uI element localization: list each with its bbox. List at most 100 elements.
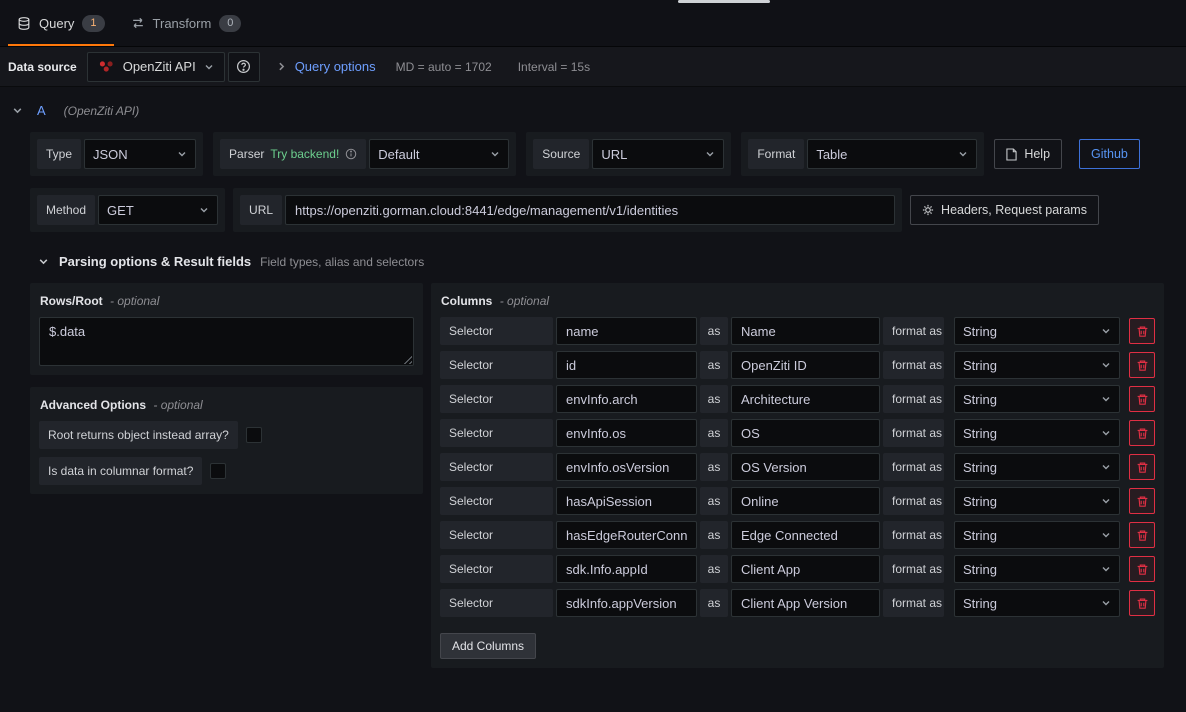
trash-icon xyxy=(1136,529,1149,542)
url-input[interactable] xyxy=(285,195,895,225)
column-row: Selector as format as String xyxy=(440,589,1155,617)
tab-query[interactable]: Query 1 xyxy=(4,0,118,46)
trash-icon xyxy=(1136,359,1149,372)
datasource-picker[interactable]: OpenZiti API xyxy=(87,52,225,82)
format-select[interactable]: Table xyxy=(807,139,977,169)
column-format-select[interactable]: String xyxy=(954,521,1120,549)
parser-label: Parser Try backend! xyxy=(220,139,366,169)
column-row: Selector as format as String xyxy=(440,419,1155,447)
format-as-label: format as xyxy=(883,487,944,515)
selector-input[interactable] xyxy=(556,555,697,583)
chevron-down-icon xyxy=(958,149,968,159)
tab-query-label: Query xyxy=(39,16,74,31)
parsing-section-header: Parsing options & Result fields Field ty… xyxy=(30,254,1164,269)
datasource-help-button[interactable] xyxy=(228,52,260,82)
github-button[interactable]: Github xyxy=(1079,139,1140,169)
alias-input[interactable] xyxy=(731,419,880,447)
columns-label: Columns xyxy=(441,294,492,308)
editor-row-2: Method GET URL Headers, Request params xyxy=(30,188,1164,232)
delete-column-button[interactable] xyxy=(1129,318,1155,344)
delete-column-button[interactable] xyxy=(1129,420,1155,446)
rows-root-textarea[interactable]: $.data xyxy=(39,317,414,366)
selector-input[interactable] xyxy=(556,385,697,413)
column-format-select[interactable]: String xyxy=(954,317,1120,345)
as-label: as xyxy=(700,453,728,481)
as-label: as xyxy=(700,317,728,345)
parser-label-text: Parser xyxy=(229,147,264,161)
as-label: as xyxy=(700,419,728,447)
selector-input[interactable] xyxy=(556,589,697,617)
add-columns-button[interactable]: Add Columns xyxy=(440,633,536,659)
alias-input[interactable] xyxy=(731,555,880,583)
rows-root-input-wrap: $.data xyxy=(39,317,414,366)
column-format-select[interactable]: String xyxy=(954,351,1120,379)
chevron-down-icon xyxy=(1101,564,1111,574)
column-format-select[interactable]: String xyxy=(954,453,1120,481)
editor-tab-bar: Query 1 Transform 0 xyxy=(0,0,1186,47)
tab-transform-label: Transform xyxy=(153,16,212,31)
transform-count-badge: 0 xyxy=(219,15,241,32)
selector-label: Selector xyxy=(440,487,553,515)
selector-input[interactable] xyxy=(556,521,697,549)
method-select[interactable]: GET xyxy=(98,195,218,225)
delete-column-button[interactable] xyxy=(1129,522,1155,548)
delete-column-button[interactable] xyxy=(1129,488,1155,514)
query-ref-id[interactable]: A xyxy=(37,103,46,118)
delete-column-button[interactable] xyxy=(1129,386,1155,412)
alias-input[interactable] xyxy=(731,487,880,515)
column-format-select[interactable]: String xyxy=(954,487,1120,515)
chevron-down-icon xyxy=(1101,530,1111,540)
type-select[interactable]: JSON xyxy=(84,139,196,169)
alias-input[interactable] xyxy=(731,351,880,379)
column-format-select[interactable]: String xyxy=(954,589,1120,617)
column-format-value: String xyxy=(963,528,997,543)
source-select[interactable]: URL xyxy=(592,139,724,169)
type-value: JSON xyxy=(93,147,128,162)
delete-column-button[interactable] xyxy=(1129,454,1155,480)
as-label: as xyxy=(700,589,728,617)
selector-input[interactable] xyxy=(556,351,697,379)
parser-value: Default xyxy=(378,147,419,162)
alias-input[interactable] xyxy=(731,453,880,481)
openziti-logo-icon xyxy=(98,60,115,73)
alias-input[interactable] xyxy=(731,589,880,617)
selector-input[interactable] xyxy=(556,453,697,481)
column-row: Selector as format as String xyxy=(440,555,1155,583)
delete-column-button[interactable] xyxy=(1129,590,1155,616)
column-format-select[interactable]: String xyxy=(954,385,1120,413)
column-format-select[interactable]: String xyxy=(954,555,1120,583)
alias-input[interactable] xyxy=(731,385,880,413)
selector-label: Selector xyxy=(440,589,553,617)
try-backend-hint: Try backend! xyxy=(270,147,339,161)
info-circle-icon xyxy=(345,148,357,160)
format-as-label: format as xyxy=(883,419,944,447)
tab-transform[interactable]: Transform 0 xyxy=(118,0,255,46)
root-object-checkbox[interactable] xyxy=(246,427,262,443)
selector-input[interactable] xyxy=(556,419,697,447)
delete-column-button[interactable] xyxy=(1129,352,1155,378)
chevron-down-icon xyxy=(1101,598,1111,608)
selector-label: Selector xyxy=(440,555,553,583)
advanced-options-panel: Advanced Options - optional Root returns… xyxy=(30,387,423,494)
selector-input[interactable] xyxy=(556,317,697,345)
chevron-down-icon xyxy=(1101,462,1111,472)
columnar-checkbox[interactable] xyxy=(210,463,226,479)
column-row: Selector as format as String xyxy=(440,521,1155,549)
collapse-query-icon[interactable] xyxy=(12,105,23,116)
alias-input[interactable] xyxy=(731,521,880,549)
root-object-option-label: Root returns object instead array? xyxy=(39,421,238,449)
column-format-value: String xyxy=(963,392,997,407)
query-options-link[interactable]: Query options xyxy=(295,59,376,74)
collapse-section-icon[interactable] xyxy=(38,256,49,267)
column-format-select[interactable]: String xyxy=(954,419,1120,447)
parser-field: Parser Try backend! Default xyxy=(213,132,516,176)
chevron-right-icon xyxy=(276,61,287,72)
selector-input[interactable] xyxy=(556,487,697,515)
trash-icon xyxy=(1136,325,1149,338)
parser-select[interactable]: Default xyxy=(369,139,509,169)
delete-column-button[interactable] xyxy=(1129,556,1155,582)
help-button[interactable]: Help xyxy=(994,139,1062,169)
headers-request-params-button[interactable]: Headers, Request params xyxy=(910,195,1099,225)
method-label: Method xyxy=(37,195,95,225)
alias-input[interactable] xyxy=(731,317,880,345)
